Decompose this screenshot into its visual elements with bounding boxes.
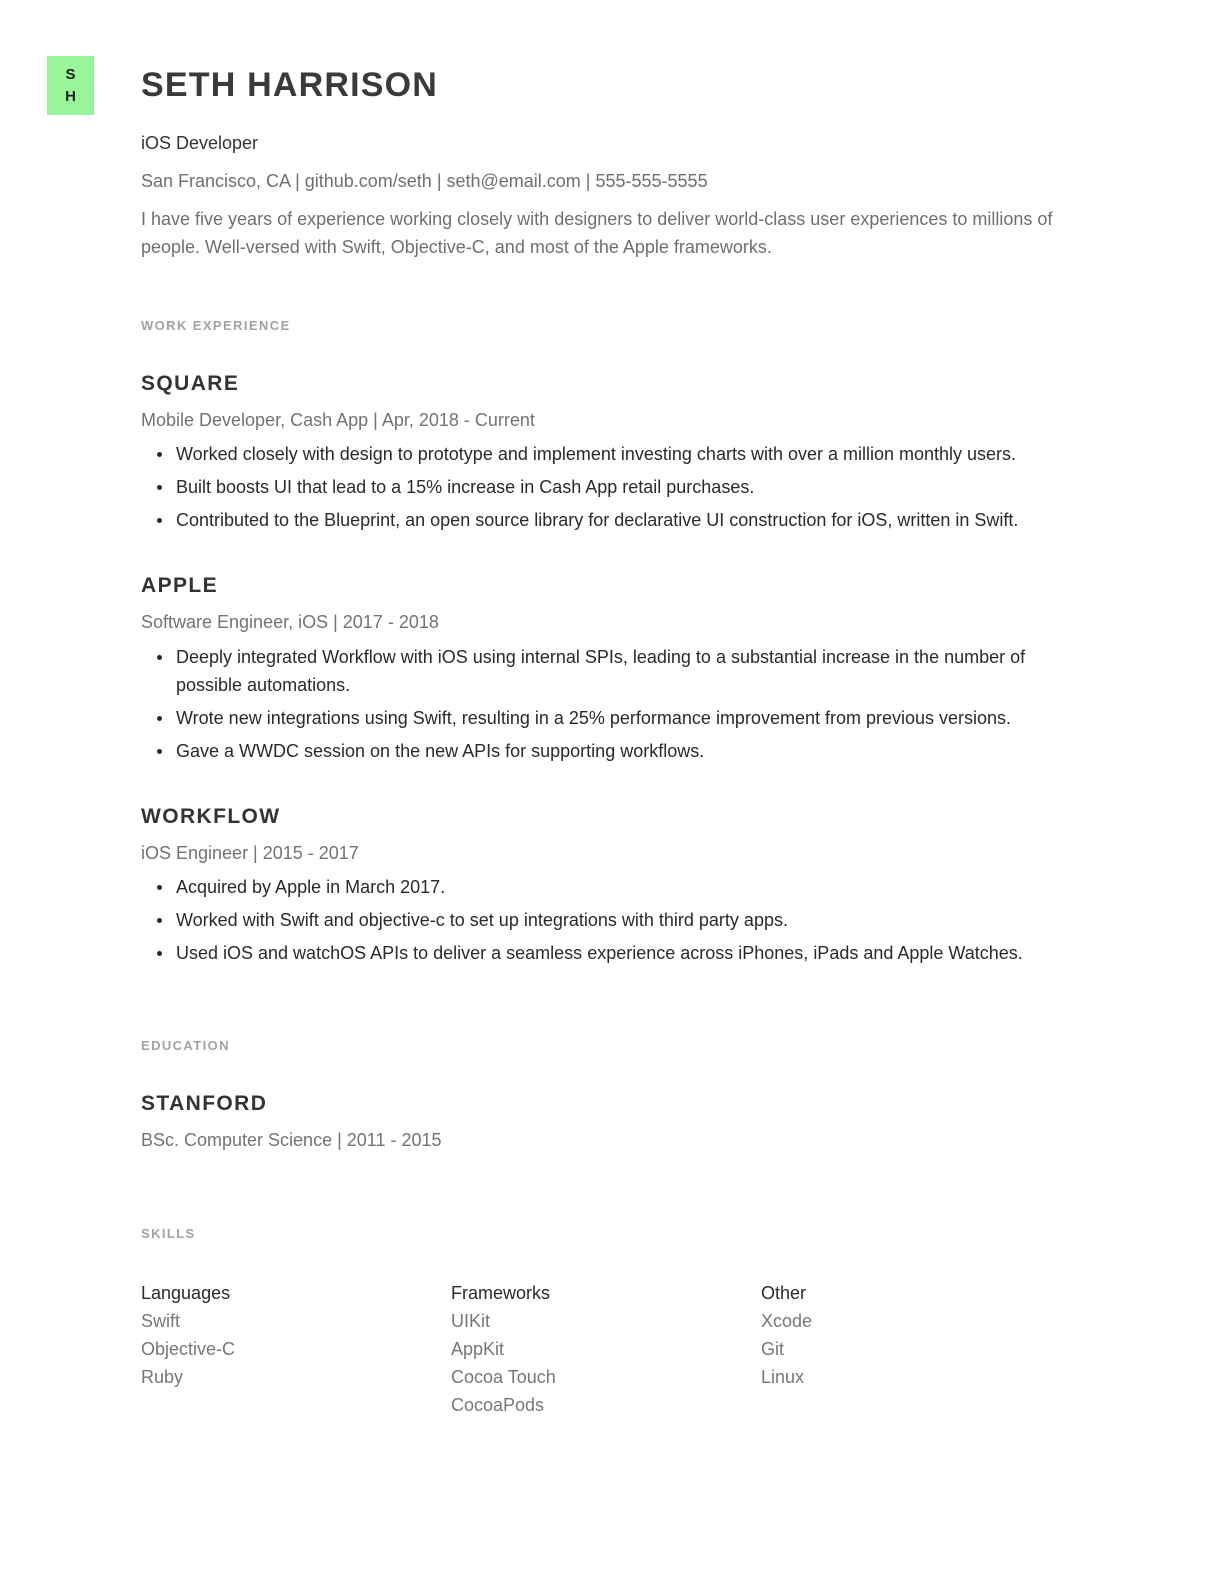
- bullet-item: Acquired by Apple in March 2017.: [157, 873, 1076, 901]
- skill-item: CocoaPods: [451, 1395, 545, 1415]
- school-name: STANFORD: [141, 1092, 268, 1115]
- section-label-skills: SKILLS: [141, 1226, 196, 1241]
- bullet-item: Contributed to the Blueprint, an open so…: [157, 506, 1076, 534]
- company-name: APPLE: [141, 574, 219, 597]
- job-title: iOS Developer: [141, 133, 259, 153]
- job-bullets: Worked closely with design to prototype …: [141, 440, 1076, 539]
- job-bullets: Acquired by Apple in March 2017. Worked …: [141, 873, 1076, 972]
- job-role: Mobile Developer, Cash App | Apr, 2018 -…: [141, 410, 535, 430]
- job-role: Software Engineer, iOS | 2017 - 2018: [141, 612, 439, 632]
- section-label-education: EDUCATION: [141, 1038, 230, 1053]
- company-name: SQUARE: [141, 372, 240, 395]
- contact-info: San Francisco, CA | github.com/seth | se…: [141, 171, 708, 191]
- skills-column-languages: Languages Swift Objective-C Ruby: [141, 1279, 235, 1391]
- skills-column-other: Other Xcode Git Linux: [761, 1279, 812, 1391]
- skills-column-head: Other: [761, 1283, 807, 1303]
- skill-item: Xcode: [761, 1311, 813, 1331]
- bullet-item: Built boosts UI that lead to a 15% incre…: [157, 473, 1076, 501]
- job-bullets: Deeply integrated Workflow with iOS usin…: [141, 643, 1076, 770]
- initial-first: S: [65, 65, 76, 83]
- summary: I have five years of experience working …: [141, 209, 1053, 257]
- initials-badge: S H: [47, 56, 94, 115]
- skill-item: Linux: [761, 1367, 805, 1387]
- company-name: WORKFLOW: [141, 805, 281, 828]
- skill-item: UIKit: [451, 1311, 491, 1331]
- skill-item: Git: [761, 1339, 785, 1359]
- skills-column-frameworks: Frameworks UIKit AppKit Cocoa Touch Coco…: [451, 1279, 556, 1419]
- skill-item: Swift: [141, 1311, 181, 1331]
- skill-item: Ruby: [141, 1367, 184, 1387]
- degree-info: BSc. Computer Science | 2011 - 2015: [141, 1130, 442, 1150]
- skill-item: AppKit: [451, 1339, 505, 1359]
- bullet-item: Wrote new integrations using Swift, resu…: [157, 704, 1076, 732]
- skill-item: Objective-C: [141, 1339, 236, 1359]
- initial-last: H: [65, 87, 76, 105]
- skills-column-head: Frameworks: [451, 1283, 551, 1303]
- skills-column-head: Languages: [141, 1283, 231, 1303]
- job-role: iOS Engineer | 2015 - 2017: [141, 843, 359, 863]
- bullet-item: Worked closely with design to prototype …: [157, 440, 1076, 468]
- candidate-name: SETH HARRISON: [141, 66, 439, 104]
- bullet-item: Gave a WWDC session on the new APIs for …: [157, 737, 1076, 765]
- bullet-item: Worked with Swift and objective-c to set…: [157, 906, 1076, 934]
- section-label-work: WORK EXPERIENCE: [141, 318, 291, 333]
- skill-item: Cocoa Touch: [451, 1367, 556, 1387]
- bullet-item: Deeply integrated Workflow with iOS usin…: [157, 643, 1076, 699]
- bullet-item: Used iOS and watchOS APIs to deliver a s…: [157, 939, 1076, 967]
